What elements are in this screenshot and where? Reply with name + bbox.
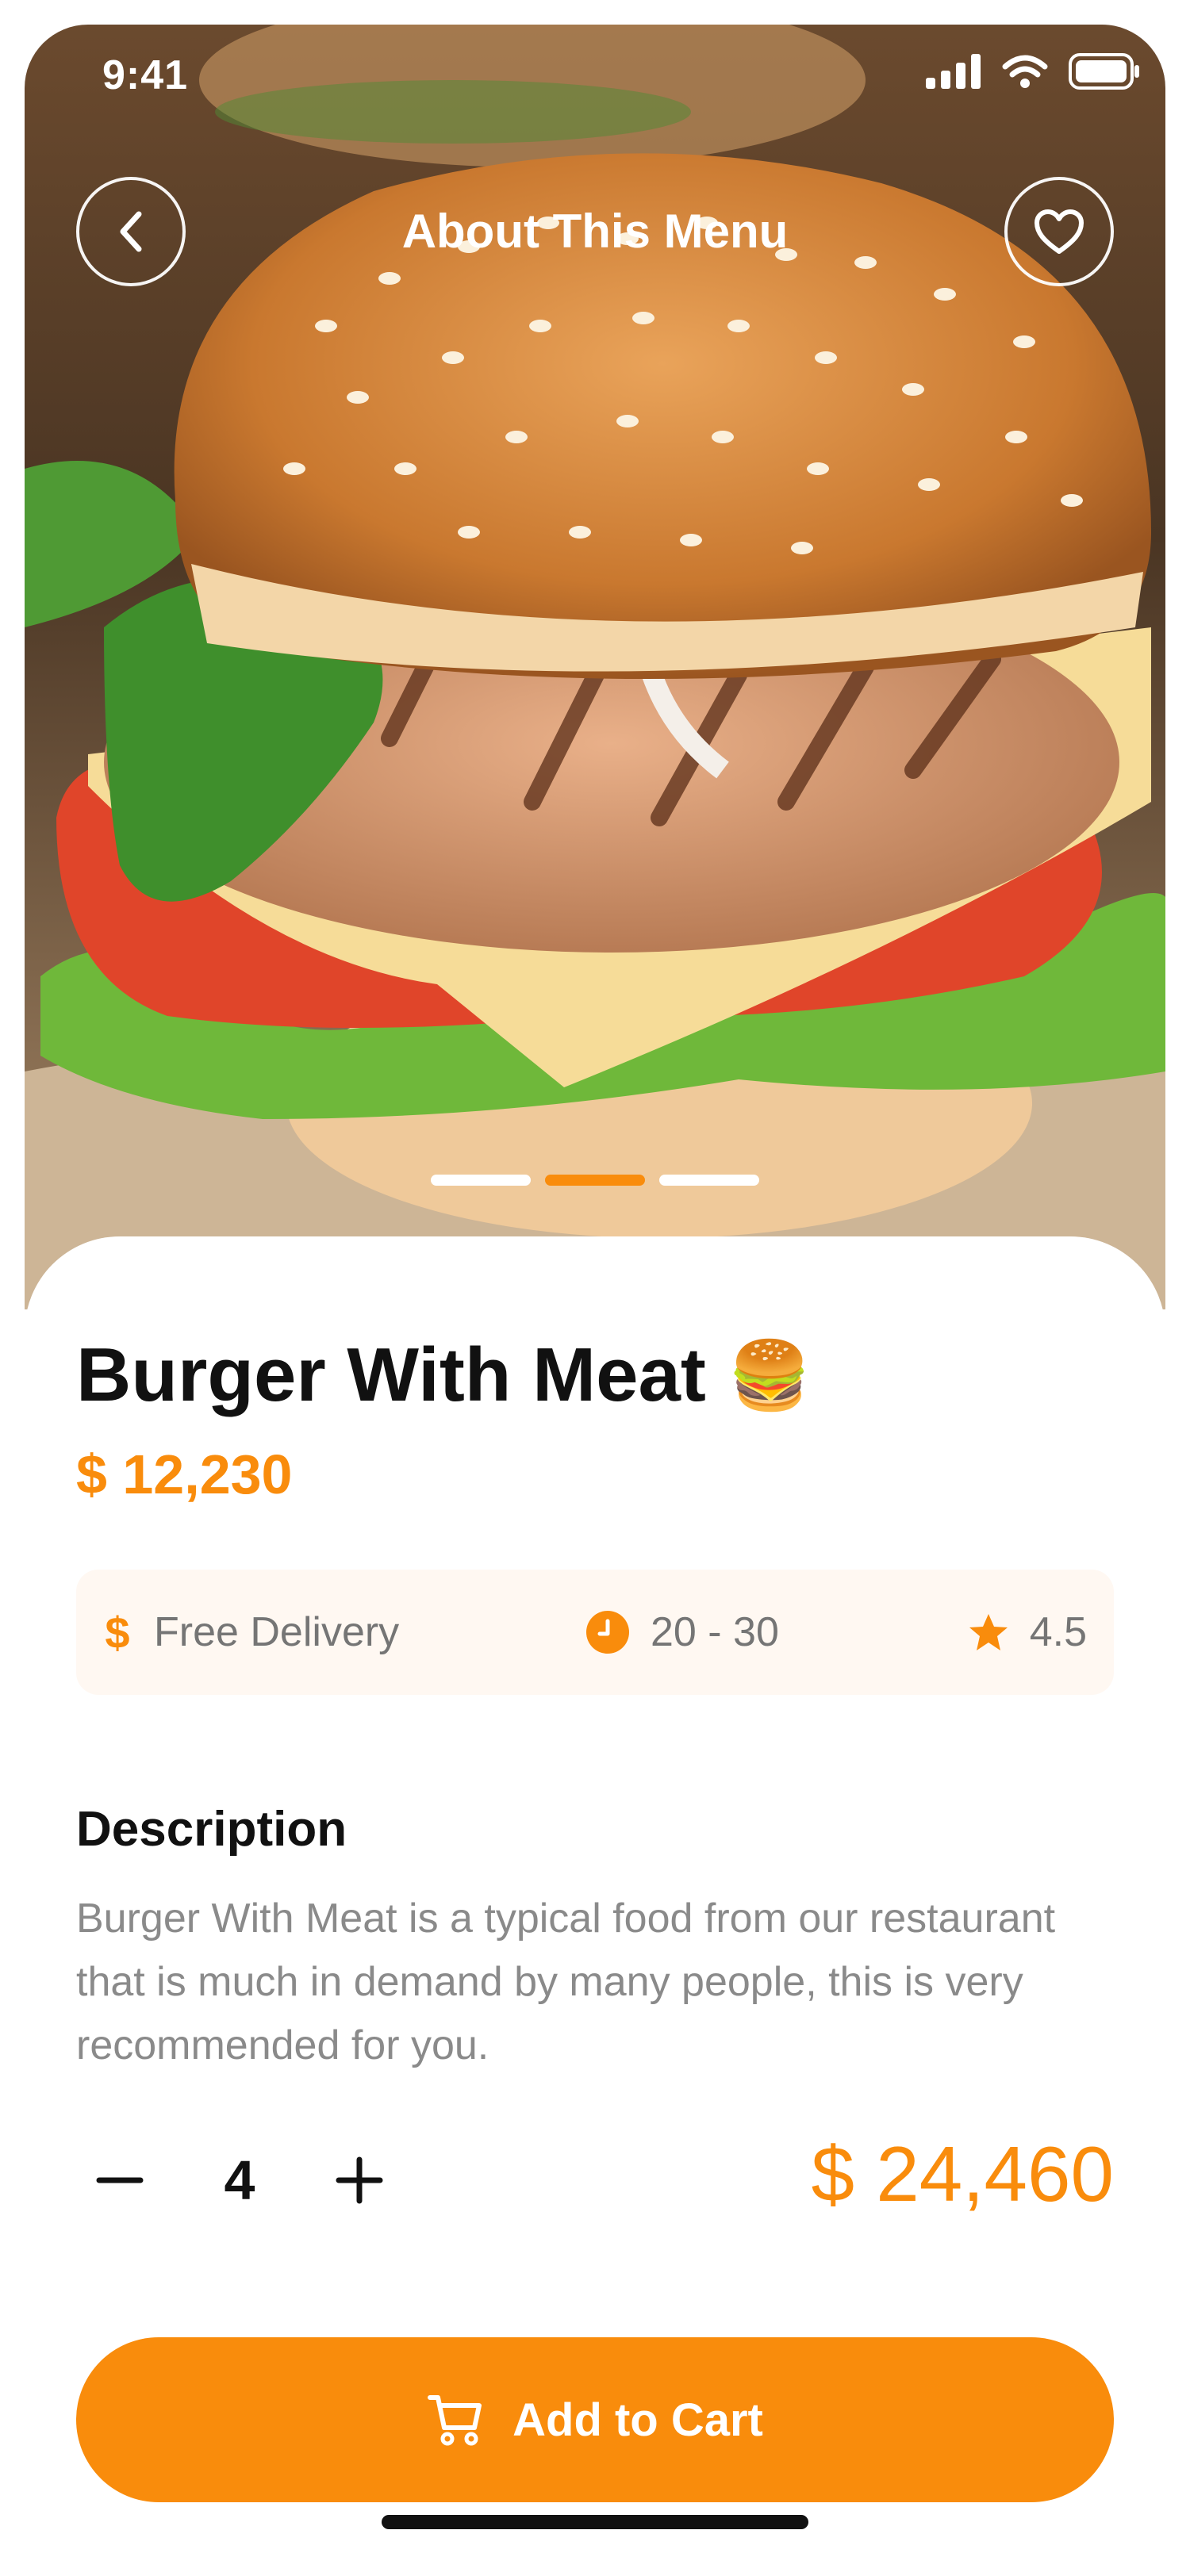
- signal-icon: [926, 54, 981, 89]
- product-title: Burger With Meat 🍔: [76, 1332, 811, 1419]
- status-icons: [926, 53, 1140, 90]
- add-to-cart-button[interactable]: Add to Cart: [76, 2337, 1114, 2502]
- dollar-icon: $: [105, 1610, 129, 1654]
- description-text: Burger With Meat is a typical food from …: [76, 1896, 1056, 2068]
- carousel-dot[interactable]: [431, 1175, 531, 1186]
- clock-icon: [586, 1611, 629, 1654]
- carousel-dot-active[interactable]: [545, 1175, 645, 1186]
- increase-button[interactable]: [316, 2137, 403, 2224]
- page-title: About This Menu: [401, 205, 789, 258]
- heart-icon: [1035, 209, 1084, 254]
- status-time: 9:41: [102, 52, 189, 98]
- cart-icon: [428, 2395, 482, 2446]
- carousel-indicator: [25, 1175, 1165, 1186]
- info-bar: $ Free Delivery 20 - 30 4.5: [76, 1570, 1114, 1695]
- delivery-info: $ Free Delivery: [102, 1570, 399, 1695]
- quantity-stepper: 4: [76, 2133, 403, 2228]
- description-heading: Description: [76, 1802, 347, 1857]
- product-details-sheet: Burger With Meat 🍔 $ 12,230 $ Free Deliv…: [25, 1236, 1165, 2551]
- product-name: Burger With Meat: [76, 1332, 706, 1417]
- status-bar: 9:41: [25, 25, 1165, 128]
- wifi-icon: [1002, 55, 1048, 88]
- star-icon: [969, 1614, 1008, 1650]
- delivery-label: Free Delivery: [154, 1609, 400, 1655]
- minus-icon: [96, 2177, 144, 2183]
- time-info: 20 - 30: [585, 1570, 779, 1695]
- svg-text:$: $: [105, 1610, 129, 1654]
- quantity-value: 4: [224, 2149, 255, 2211]
- burger-emoji-icon: 🍔: [727, 1337, 812, 1413]
- phone-screen: 9:41 About This Menu Burger With Meat 🍔 …: [25, 25, 1165, 2551]
- home-indicator[interactable]: [382, 2515, 808, 2529]
- total-price: $ 24,460: [811, 2130, 1114, 2218]
- rating-info: 4.5: [968, 1570, 1087, 1695]
- product-price: $ 12,230: [76, 1443, 293, 1505]
- rating-value: 4.5: [1029, 1609, 1087, 1655]
- add-to-cart-label: Add to Cart: [512, 2394, 763, 2446]
- product-image: 9:41 About This Menu: [25, 25, 1165, 1309]
- carousel-dot[interactable]: [659, 1175, 759, 1186]
- plus-icon: [336, 2156, 383, 2204]
- delivery-time: 20 - 30: [651, 1609, 779, 1655]
- battery-icon: [1069, 53, 1139, 90]
- decrease-button[interactable]: [76, 2137, 163, 2224]
- favorite-button[interactable]: [1004, 177, 1114, 286]
